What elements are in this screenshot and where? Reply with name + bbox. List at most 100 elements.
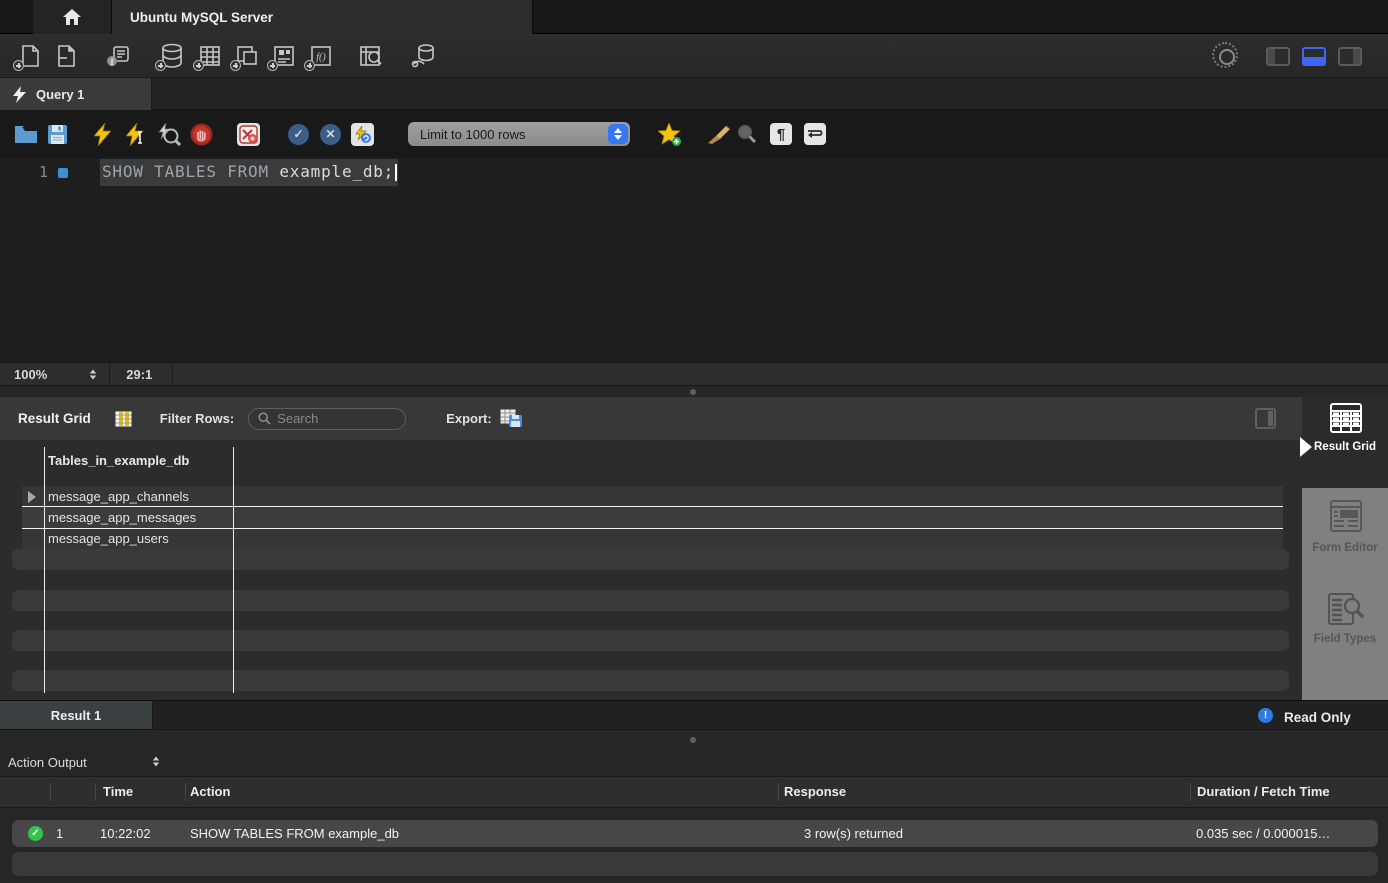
statement-marker-icon: [58, 168, 68, 178]
table-row[interactable]: message_app_messages: [22, 507, 1283, 528]
grid-line: [22, 506, 1283, 507]
server-config-icon[interactable]: [410, 43, 438, 69]
search-table-data-icon[interactable]: [357, 43, 385, 69]
find-icon[interactable]: [737, 122, 757, 146]
text-caret: [395, 164, 397, 181]
beautify-icon[interactable]: [706, 122, 731, 146]
sidebar-item-result-grid[interactable]: Result Grid: [1302, 395, 1388, 488]
export-icon[interactable]: [500, 409, 523, 428]
tab-query-1[interactable]: Query 1: [0, 78, 152, 110]
stop-execution-icon[interactable]: [190, 122, 213, 146]
show-invisibles-icon[interactable]: ¶: [770, 122, 792, 146]
column-separator: [778, 783, 779, 801]
open-file-icon[interactable]: [14, 122, 38, 146]
svg-text:f(): f(): [316, 52, 326, 63]
sidebar-item-label: Result Grid: [1308, 441, 1382, 454]
execute-icon[interactable]: [94, 122, 111, 146]
column-separator: [185, 783, 186, 801]
row-time: 10:22:02: [100, 820, 151, 847]
filter-rows-label: Filter Rows:: [160, 411, 234, 426]
table-row[interactable]: message_app_users: [22, 528, 1283, 549]
rollback-icon[interactable]: ✕: [320, 122, 341, 146]
plus-badge-icon: [267, 60, 278, 71]
export-label: Export:: [446, 411, 492, 426]
home-tab[interactable]: [33, 0, 112, 34]
check-glyph: ✓: [288, 124, 309, 145]
new-query-tab-icon[interactable]: [16, 43, 44, 69]
dropdown-stepper-icon: [608, 124, 628, 144]
limit-rows-dropdown[interactable]: Limit to 1000 rows: [408, 122, 630, 146]
column-header-response[interactable]: Response: [784, 777, 846, 807]
column-header-time[interactable]: Time: [103, 777, 133, 807]
zoom-stepper[interactable]: [89, 369, 97, 380]
read-only-badge-icon: !: [1258, 708, 1273, 723]
sql-editor[interactable]: 1 SHOW TABLES FROM example_db;: [0, 158, 1388, 362]
grid-columns-icon[interactable]: [115, 411, 132, 427]
titlebar: Ubuntu MySQL Server: [0, 0, 1388, 34]
wrap-text-icon[interactable]: [804, 122, 826, 146]
field-types-icon: [1328, 593, 1364, 634]
result-grid-toolbar: Result Grid Filter Rows: Export:: [0, 397, 1302, 440]
plus-badge-icon: [304, 60, 315, 71]
add-snippet-icon[interactable]: [658, 122, 682, 146]
zoom-level: 100%: [14, 367, 47, 382]
create-function-icon[interactable]: f(): [307, 43, 335, 69]
column-separator: [1190, 783, 1191, 801]
commit-icon[interactable]: ✓: [288, 122, 309, 146]
column-header-duration[interactable]: Duration / Fetch Time: [1197, 777, 1330, 807]
column-header-action[interactable]: Action: [190, 777, 230, 807]
connection-tab-label: Ubuntu MySQL Server: [130, 10, 273, 25]
caret-position: 29:1: [126, 367, 152, 382]
create-view-icon[interactable]: [233, 43, 261, 69]
search-icon: [258, 412, 271, 425]
inspector-icon[interactable]: i: [104, 43, 132, 69]
plus-badge-icon: [193, 60, 204, 71]
sidebar-item-field-types[interactable]: Field Types: [1302, 591, 1388, 700]
create-schema-icon[interactable]: [158, 43, 186, 69]
grid-column-header[interactable]: Tables_in_example_db: [48, 453, 189, 468]
column-separator: [95, 783, 96, 801]
grid-line: [22, 528, 1283, 529]
toggle-right-panel-button[interactable]: [1338, 47, 1362, 66]
filter-search-box[interactable]: [248, 408, 406, 430]
tab-result-1[interactable]: Result 1: [0, 701, 153, 730]
execute-current-icon[interactable]: [126, 122, 146, 146]
sql-identifier: example_db;: [279, 162, 394, 181]
query-tabbar: Query 1: [0, 78, 1388, 110]
form-editor-icon: [1330, 500, 1362, 537]
empty-row: [12, 670, 1289, 691]
table-row[interactable]: message_app_channels: [22, 486, 1283, 507]
search-input[interactable]: [277, 411, 387, 426]
toggle-left-panel-button[interactable]: [1266, 47, 1290, 66]
splitter-handle-icon: [690, 737, 696, 743]
query-toolbar: ✓ ✕ Limit to 1000 rows ¶: [0, 110, 1388, 158]
horizontal-splitter[interactable]: [0, 729, 1388, 748]
sidebar-item-label: Field Types: [1308, 633, 1382, 646]
code-line[interactable]: SHOW TABLES FROM example_db;: [102, 158, 397, 186]
row-duration: 0.035 sec / 0.000015…: [1196, 820, 1330, 847]
stop-on-error-toggle-icon[interactable]: [237, 122, 260, 146]
panel-toggle-icon[interactable]: [1255, 408, 1276, 429]
save-file-icon[interactable]: [47, 122, 68, 146]
action-output-selector[interactable]: Action Output: [8, 755, 87, 770]
create-procedure-icon[interactable]: [270, 43, 298, 69]
sidebar-item-form-editor[interactable]: Form Editor: [1302, 488, 1388, 598]
column-separator: [50, 783, 51, 801]
result-grid-icon: [1330, 403, 1362, 438]
mysql-workbench-window: Ubuntu MySQL Server i: [0, 0, 1388, 883]
horizontal-splitter[interactable]: [0, 386, 1388, 397]
create-table-icon[interactable]: [196, 43, 224, 69]
action-output-row[interactable]: ✓ 1 10:22:02 SHOW TABLES FROM example_db…: [12, 820, 1378, 847]
plus-badge-icon: [155, 60, 166, 71]
autocommit-toggle-icon[interactable]: [351, 122, 374, 146]
connection-tab[interactable]: Ubuntu MySQL Server: [112, 0, 533, 34]
grid-line: [233, 447, 234, 693]
result-grid: Tables_in_example_db message_app_channel…: [0, 440, 1302, 700]
empty-row: [12, 590, 1289, 611]
toggle-bottom-panel-button[interactable]: [1302, 47, 1326, 66]
explain-plan-icon[interactable]: [157, 122, 181, 146]
dropdown-stepper-icon[interactable]: [152, 756, 160, 767]
open-script-icon[interactable]: [52, 43, 80, 69]
result-view-sidebar: Result Grid Form Editor Field Types: [1302, 395, 1388, 700]
gear-badge-icon[interactable]: [1212, 42, 1238, 68]
